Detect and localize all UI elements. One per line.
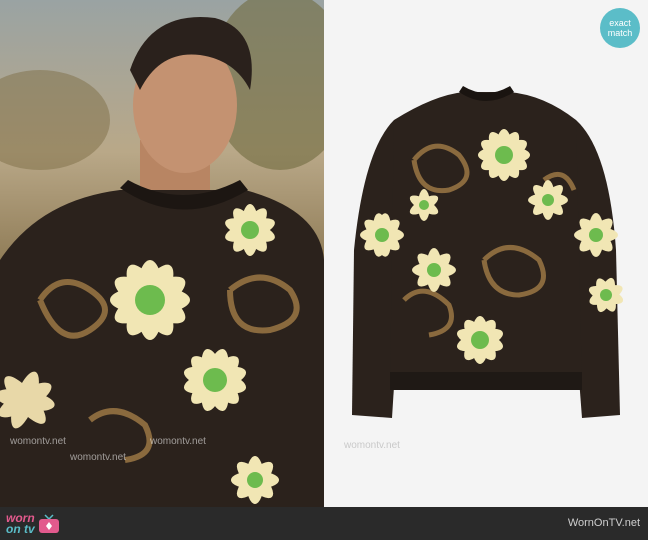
sweater-product-illustration xyxy=(352,86,624,418)
badge-line: exact xyxy=(609,18,631,28)
footer-bar: worn on tv WornOnTV.net xyxy=(0,507,648,540)
footer-site-name: WornOnTV.net xyxy=(567,517,640,529)
watermark-text: womontv.net xyxy=(150,436,206,447)
exact-match-badge: exact match xyxy=(600,8,640,48)
badge-line: match xyxy=(607,28,633,38)
watermark-text: womontv.net xyxy=(10,436,66,447)
product-photo: exact match womontv.net xyxy=(324,0,648,507)
site-logo[interactable]: worn on tv xyxy=(6,511,60,536)
watermark-text: womontv.net xyxy=(344,440,400,451)
actor-photo: womontv.net womontv.net womontv.net xyxy=(0,0,324,507)
logo-on-text: on tv xyxy=(6,521,35,536)
tv-icon xyxy=(38,513,59,533)
watermark-text: womontv.net xyxy=(70,452,126,463)
actor-illustration xyxy=(0,0,324,507)
